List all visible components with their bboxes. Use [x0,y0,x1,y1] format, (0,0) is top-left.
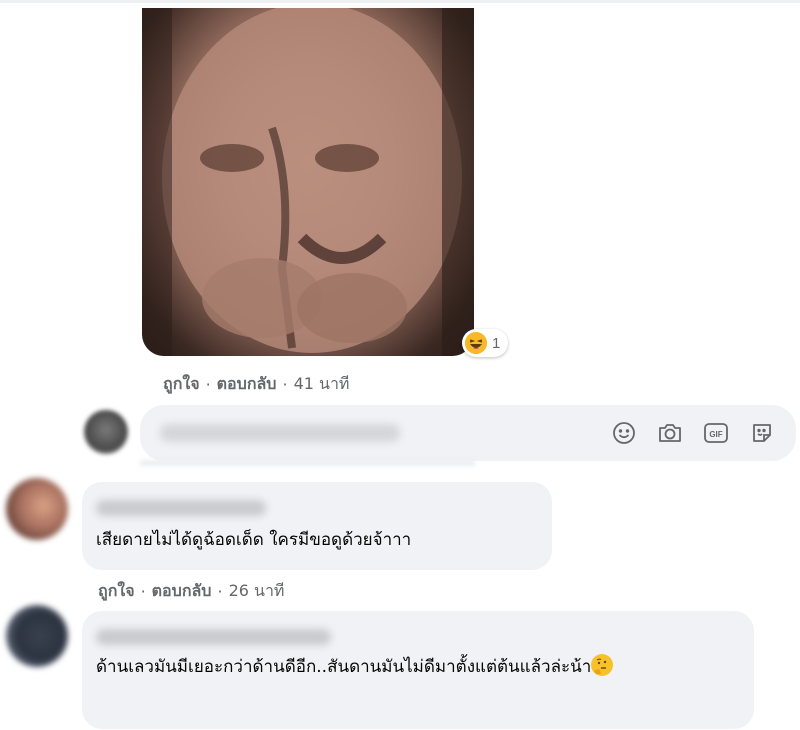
commenter-name[interactable] [96,629,331,645]
avatar[interactable] [6,478,68,540]
reply-placeholder [160,424,400,442]
camera-icon[interactable] [656,419,684,447]
separator-dot: · [282,375,288,394]
separator-dot: · [205,375,211,394]
comment-text: เสียดายไม่ได้ดูฉ้อดเด็ด ใครมีขอดูด้วยจ้า… [96,530,412,550]
laughing-emoji-icon [465,332,487,354]
reaction-count: 1 [492,334,501,352]
svg-text:GIF: GIF [709,430,722,439]
timestamp[interactable]: 26 นาที [229,579,285,604]
composer-icons: GIF [610,419,776,447]
composer-divider [140,460,475,466]
reaction-summary[interactable]: 1 [462,329,509,357]
commenter-name[interactable] [96,500,266,516]
comment-bubble: เสียดายไม่ได้ดูฉ้อดเด็ด ใครมีขอดูด้วยจ้า… [82,482,552,570]
like-link[interactable]: ถูกใจ [98,579,135,604]
gif-attachment[interactable] [142,8,474,356]
comment-actions: ถูกใจ · ตอบกลับ · 41 นาที [163,372,349,397]
emoji-icon[interactable] [610,419,638,447]
reply-link[interactable]: ตอบกลับ [152,579,212,604]
comment-text: ด้านเลวมันมีเยอะกว่าด้านดีอีก..สันดานมัน… [96,657,592,677]
composer-avatar [84,410,128,454]
thinking-face-emoji-icon [591,654,614,676]
gif-icon[interactable]: GIF [702,419,730,447]
reply-link[interactable]: ตอบกลับ [217,372,277,397]
comment-text-container: ด้านเลวมันมีเยอะกว่าด้านดีอีก..สันดานมัน… [96,652,746,682]
separator-dot: · [140,582,146,601]
comment-actions: ถูกใจ · ตอบกลับ · 26 นาที [98,579,284,604]
sticker-icon[interactable] [748,419,776,447]
avatar[interactable] [6,605,68,667]
like-link[interactable]: ถูกใจ [163,372,200,397]
laughing-face-gif-image [142,8,474,356]
reply-input[interactable]: GIF [140,405,796,461]
timestamp[interactable]: 41 นาที [294,372,350,397]
comment-bubble: ด้านเลวมันมีเยอะกว่าด้านดีอีก..สันดานมัน… [82,611,754,729]
separator-dot: · [217,582,223,601]
top-divider [0,0,800,3]
